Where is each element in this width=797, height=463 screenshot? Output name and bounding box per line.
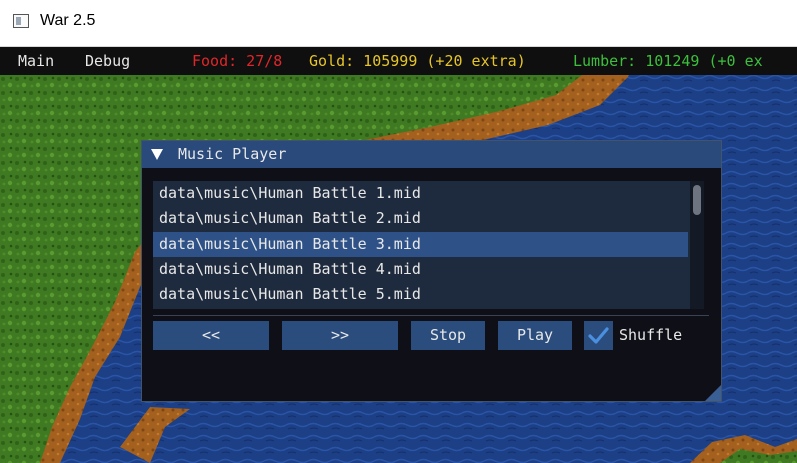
track-label: data\music\Human Battle 2.mid <box>159 209 421 227</box>
track-item[interactable]: data\music\Human Battle 4.mid <box>153 257 688 282</box>
separator <box>153 315 709 316</box>
scrollbar-thumb[interactable] <box>693 185 701 215</box>
track-label: data\music\Human Battle 1.mid <box>159 184 421 202</box>
shuffle-checkbox[interactable] <box>584 321 613 350</box>
gold-counter: Gold: 105999 (+20 extra) <box>309 52 526 70</box>
resize-grip[interactable] <box>705 385 721 401</box>
track-list-scrollbar[interactable] <box>690 181 704 309</box>
track-item[interactable]: data\music\Human Battle 5.mid <box>153 282 688 307</box>
window-title: War 2.5 <box>40 12 96 29</box>
music-player-window[interactable]: Music Player data\music\Human Battle 1.m… <box>141 140 722 402</box>
music-player-title-bar[interactable]: Music Player <box>142 141 721 168</box>
food-counter: Food: 27/8 <box>192 52 283 70</box>
track-item[interactable]: data\music\Human Battle 1.mid <box>153 181 688 206</box>
app-window-icon <box>13 14 29 28</box>
checkmark-icon <box>588 327 609 344</box>
play-button[interactable]: Play <box>498 321 572 350</box>
track-list[interactable]: data\music\Human Battle 1.mid data\music… <box>153 181 690 309</box>
music-player-title: Music Player <box>178 145 287 163</box>
stop-button[interactable]: Stop <box>411 321 485 350</box>
track-item-selected[interactable]: data\music\Human Battle 3.mid <box>153 232 688 257</box>
track-label: data\music\Human Battle 4.mid <box>159 260 421 278</box>
lumber-counter: Lumber: 101249 (+0 ex <box>573 52 763 70</box>
main-menu-bar: Main Debug Food: 27/8 Gold: 105999 (+20 … <box>0 47 797 75</box>
next-track-button[interactable]: >> <box>282 321 398 350</box>
previous-track-button[interactable]: << <box>153 321 269 350</box>
menu-main[interactable]: Main <box>18 47 54 75</box>
menu-debug[interactable]: Debug <box>85 47 130 75</box>
shuffle-label: Shuffle <box>619 326 683 344</box>
window-title-bar: War 2.5 <box>0 0 797 47</box>
collapse-triangle-icon[interactable] <box>151 149 163 160</box>
track-label: data\music\Human Battle 5.mid <box>159 285 421 303</box>
track-label: data\music\Human Battle 3.mid <box>159 235 421 253</box>
track-item[interactable]: data\music\Human Battle 2.mid <box>153 206 688 231</box>
